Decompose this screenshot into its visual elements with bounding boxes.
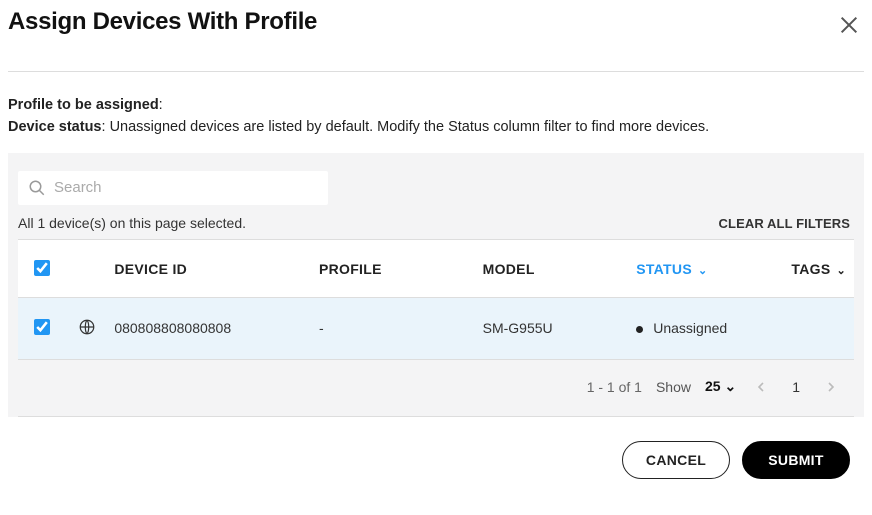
meta-row: All 1 device(s) on this page selected. C… (18, 205, 854, 237)
cancel-button[interactable]: CANCEL (622, 441, 730, 479)
status-label: Device status (8, 119, 102, 135)
cell-status: Unassigned (628, 297, 783, 359)
dialog-header: Assign Devices With Profile (8, 8, 864, 72)
close-icon (838, 14, 860, 36)
table-row[interactable]: 080808808080808 - SM-G955U Unassigned (18, 297, 854, 359)
cell-device-id: 080808808080808 (106, 297, 311, 359)
table-header-row: DEVICE ID PROFILE MODEL STATUS ⌄ TAGS ⌄ (18, 239, 854, 297)
cell-status-text: Unassigned (653, 320, 727, 336)
cell-profile: - (311, 297, 475, 359)
status-text: Unassigned devices are listed by default… (110, 119, 710, 135)
col-model[interactable]: MODEL (475, 239, 629, 297)
next-page-button[interactable] (820, 376, 842, 398)
search-box[interactable] (18, 171, 328, 205)
dialog-title: Assign Devices With Profile (8, 8, 317, 36)
page-size-select[interactable]: 25 ⌄ (705, 378, 736, 395)
status-dot-icon (636, 326, 643, 333)
close-button[interactable] (834, 10, 864, 45)
info-section: Profile to be assigned: Device status: U… (8, 72, 864, 153)
search-icon (28, 179, 46, 197)
current-page: 1 (786, 379, 806, 395)
icon-col-header (67, 239, 107, 297)
col-status-label: STATUS (636, 261, 692, 277)
globe-icon (78, 318, 96, 336)
chevron-down-icon: ⌄ (698, 265, 708, 277)
col-tags[interactable]: TAGS ⌄ (783, 239, 854, 297)
submit-button[interactable]: SUBMIT (742, 441, 850, 479)
chevron-right-icon (826, 382, 836, 392)
table-area: All 1 device(s) on this page selected. C… (8, 153, 864, 417)
status-line: Device status: Unassigned devices are li… (8, 116, 864, 138)
row-icon-cell (67, 297, 107, 359)
prev-page-button[interactable] (750, 376, 772, 398)
cell-model: SM-G955U (475, 297, 629, 359)
chevron-down-icon: ⌄ (724, 378, 736, 394)
chevron-left-icon (756, 382, 766, 392)
clear-filters-button[interactable]: CLEAR ALL FILTERS (719, 216, 850, 231)
col-tags-label: TAGS (791, 261, 830, 277)
search-input[interactable] (54, 179, 318, 196)
cell-tags (783, 297, 854, 359)
select-all-checkbox[interactable] (34, 260, 50, 276)
pagination: 1 - 1 of 1 Show 25 ⌄ 1 (18, 360, 854, 417)
dialog-footer: CANCEL SUBMIT (8, 417, 864, 489)
profile-line: Profile to be assigned: (8, 94, 864, 116)
col-device-id[interactable]: DEVICE ID (106, 239, 311, 297)
profile-label: Profile to be assigned (8, 97, 159, 113)
col-profile[interactable]: PROFILE (311, 239, 475, 297)
row-checkbox-cell (18, 297, 67, 359)
page-range: 1 - 1 of 1 (587, 379, 642, 395)
devices-table: DEVICE ID PROFILE MODEL STATUS ⌄ TAGS ⌄ (18, 239, 854, 360)
assign-devices-dialog: Assign Devices With Profile Profile to b… (0, 0, 872, 489)
page-size-label: Show (656, 379, 691, 395)
selection-text: All 1 device(s) on this page selected. (18, 215, 246, 231)
chevron-down-icon: ⌄ (836, 265, 846, 277)
row-checkbox[interactable] (34, 319, 50, 335)
page-size-value: 25 (705, 378, 721, 394)
select-all-cell (18, 239, 67, 297)
col-status[interactable]: STATUS ⌄ (628, 239, 783, 297)
